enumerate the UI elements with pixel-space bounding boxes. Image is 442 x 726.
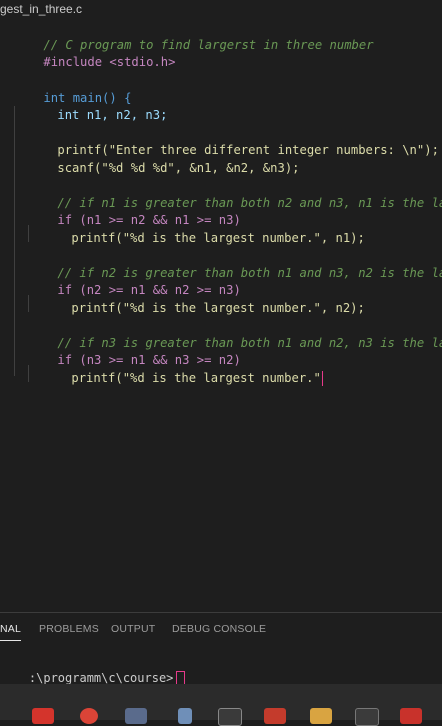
code-line-7: printf("Enter three different integer nu… (28, 125, 439, 157)
printf-call: printf("%d is the largest number.", n1); (71, 231, 365, 245)
code-line-5: int n1, n2, n3; (28, 90, 167, 122)
code-line-19: if (n3 >= n1 && n3 >= n2) (28, 335, 240, 367)
code-line-20: printf("%d is the largest number." (42, 353, 323, 386)
app-icon-red[interactable] (32, 708, 54, 724)
text-cursor (321, 371, 323, 386)
printf-call: printf("%d is the largest number." (71, 371, 321, 385)
code-editor[interactable]: // C program to find largerst in three n… (0, 18, 442, 610)
code-line-14: // if n2 is greater than both n1 and n3,… (28, 248, 442, 280)
printf-call: printf("%d is the largest number.", n2); (71, 301, 365, 315)
code-line-4: int main() { (14, 73, 131, 105)
chrome-icon[interactable] (80, 708, 98, 724)
person-icon[interactable] (178, 708, 192, 724)
file-tab-title[interactable]: gest_in_three.c (0, 0, 82, 18)
scanf-call: scanf("%d %d %d", &n1, &n2, &n3); (57, 161, 300, 175)
code-line-1: // C program to find largerst in three n… (14, 20, 373, 52)
code-line-2: #include <stdio.h> (14, 37, 175, 69)
terminal-icon[interactable] (218, 708, 242, 726)
camera-icon[interactable] (355, 708, 379, 726)
indent-guide (14, 106, 15, 376)
tab-terminal[interactable]: NAL (0, 623, 22, 641)
bottom-panel: NAL PROBLEMS OUTPUT DEBUG CONSOLE :\prog… (0, 612, 442, 686)
folder-icon[interactable] (310, 708, 332, 724)
mail-icon[interactable] (125, 708, 147, 724)
code-line-16: printf("%d is the largest number.", n2); (42, 283, 365, 315)
code-line-10: // if n1 is greater than both n2 and n3,… (28, 178, 442, 210)
taskbar (0, 684, 442, 726)
tab-output[interactable]: OUTPUT (111, 623, 155, 635)
code-line-11: if (n1 >= n2 && n1 >= n3) (28, 195, 240, 227)
code-line-18: // if n3 is greater than both n1 and n2,… (28, 318, 442, 350)
pdf-icon[interactable] (264, 708, 286, 724)
terminal-line[interactable]: :\programm\c\course> (0, 651, 186, 686)
include-directive: #include <stdio.h> (43, 55, 176, 69)
terminal-prompt: :\programm\c\course> (28, 671, 174, 685)
code-line-15: if (n2 >= n1 && n2 >= n3) (28, 265, 240, 297)
tab-problems[interactable]: PROBLEMS (39, 623, 99, 635)
declaration: int n1, n2, n3; (57, 108, 168, 122)
code-line-8: scanf("%d %d %d", &n1, &n2, &n3); (28, 143, 299, 175)
media-icon[interactable] (400, 708, 422, 724)
code-line-12: printf("%d is the largest number.", n1); (42, 213, 365, 245)
tab-debug-console[interactable]: DEBUG CONSOLE (172, 623, 266, 635)
